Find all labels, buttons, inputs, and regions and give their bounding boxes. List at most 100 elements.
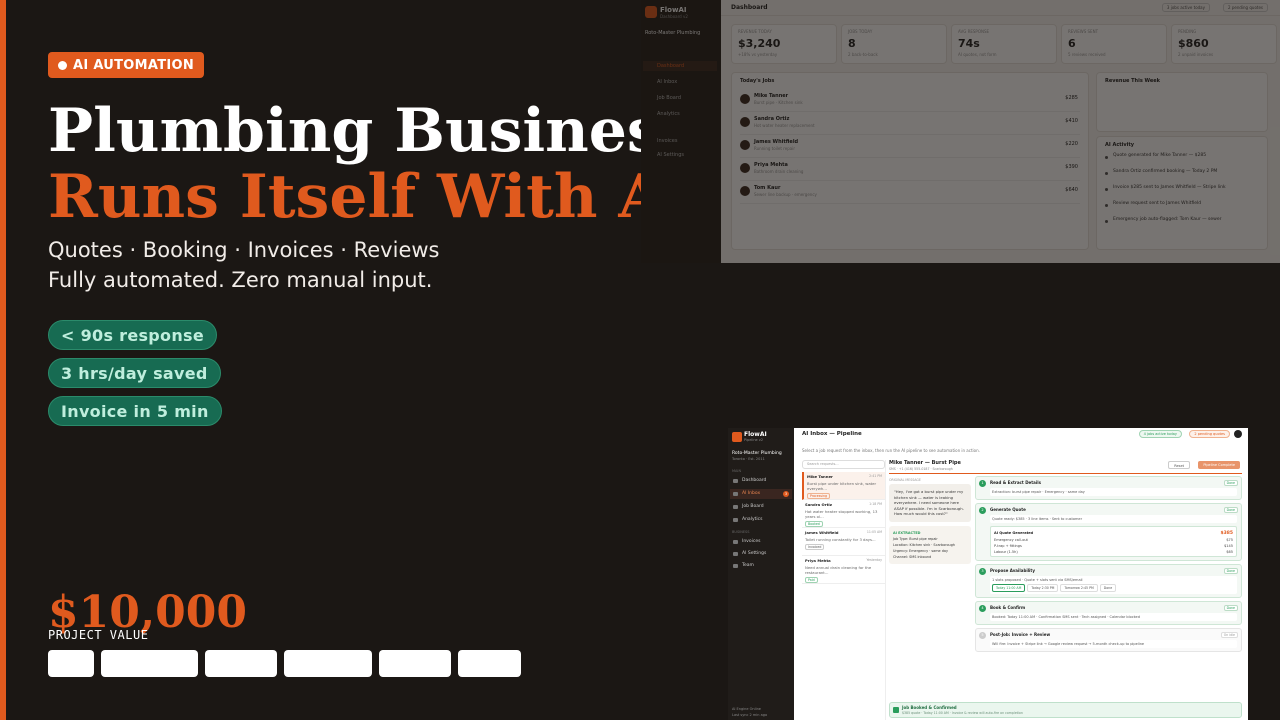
dashboard-icon [733,479,738,483]
detail-title: Mike Tanner — Burst Pipe [889,460,961,466]
job-customer: Priya Mehta [754,162,788,168]
sidebar-item-team[interactable]: Team [730,561,792,571]
stat-value: 8 [848,37,856,50]
avatar [740,186,750,196]
job-row[interactable]: Sandra Ortiz Hot water heater replacement… [740,112,1080,135]
request-time: 1:18 PM [869,502,882,506]
list-item[interactable]: James Whitfield 11:05 AM Toilet running co… [802,528,885,556]
nav-label: Team [742,563,754,568]
search-input[interactable]: Search requests... [802,460,885,469]
sidebar-item-ai-inbox[interactable]: AI Inbox 3 [730,489,792,499]
list-item[interactable]: Priya Mehta Yesterday Need annual drain cl… [802,556,885,584]
step-title: Post-Job: Invoice + Review [990,632,1051,637]
step-number: 1 [979,480,986,487]
inbox-count-badge: 3 [783,491,789,497]
request-time: 2:41 PM [869,474,882,478]
quote-line-label: Labour (1.5h) [994,550,1018,554]
step-status: On idle [1220,632,1238,638]
active-jobs-button[interactable]: 3 jobs active today [1161,3,1210,12]
job-customer: Sandra Ortiz [754,116,790,122]
card-title: Revenue This Week [1105,78,1160,84]
stat-card: JOBS TODAY 8 2 back-to-back [841,24,947,64]
sidebar-item-ai-settings[interactable]: AI Settings [643,150,717,160]
time-slot[interactable]: Done [1099,584,1117,592]
status-badge: Processing [807,493,831,499]
quote-line-value: $65 [1226,550,1233,554]
reset-button[interactable]: Reset [1168,461,1190,469]
page-description: Select a job request from the inbox, the… [802,448,980,453]
step-result: Booked: Today 11:00 AM · Confirmation SM… [990,613,1237,621]
run-pipeline-button[interactable]: Pipeline Complete [1198,461,1240,469]
stat-value: $3,240 [738,37,781,50]
app-name: FlowAI [744,431,767,438]
status-badge: Invoiced [805,544,825,550]
stat-card: AVG RESPONSE 74s AI quotes, not form [951,24,1057,64]
tech-chip [101,650,198,677]
request-snippet: Toilet running constantly for 3 days... [805,537,876,542]
avatar [740,117,750,127]
job-amount: $410 [1065,118,1078,124]
sidebar-item-analytics[interactable]: Analytics [730,515,792,525]
job-customer: Tom Kaur [754,185,781,191]
job-row[interactable]: Tom Kaur Sewer line backup · emergency $64… [740,181,1080,204]
quote-total: $385 [1220,531,1233,536]
job-desc: Hot water heater replacement [754,123,815,128]
time-slot[interactable]: Today 11:00 AM [992,584,1026,592]
sidebar-item-job-board[interactable]: Job Board [643,93,717,103]
list-item[interactable]: Mike Tanner 2:41 PM Burst pipe under kitch… [802,472,885,500]
sidebar-item-invoices[interactable]: Invoices [643,136,717,146]
tech-chip-row [48,650,521,677]
job-row[interactable]: Priya Mehta Bathroom drain cleaning $390 [740,158,1080,181]
step-number: 3 [979,568,986,575]
sidebar-item-ai-settings[interactable]: AI Settings [730,549,792,559]
step-status: Done [1223,605,1238,611]
step-title: Read & Extract Details [990,480,1041,485]
sidebar-item-dashboard[interactable]: Dashboard [643,61,717,71]
activity-item: Sandra Ortiz confirmed booking — Today 2… [1105,169,1259,185]
stat-hint: 2 unpaid invoices [1178,52,1214,57]
nav-label: AI Settings [742,551,767,556]
sidebar-item-ai-inbox[interactable]: AI Inbox [643,77,717,87]
message-bubble: "Hey, I've got a burst pipe under my kit… [889,484,971,522]
tagline: Fully automated. Zero manual input. [48,268,433,292]
pipeline-step: 2 Generate Quote Done Quote ready: $385 … [975,503,1242,561]
stat-card: REVENUE TODAY $3,240 +18% vs yesterday [731,24,837,64]
job-desc: Sewer line backup · emergency [754,192,817,197]
activity-item: Quote generated for Mike Tanner — $285 [1105,153,1259,169]
quote-line-value: $145 [1224,544,1233,548]
list-item[interactable]: Sandra Ortiz 1:18 PM Hot water heater stop… [802,500,885,528]
nav-label: Analytics [742,517,763,522]
time-slot[interactable]: Today 2:30 PM [1027,584,1059,592]
sidebar-item-dashboard[interactable]: Dashboard [730,476,792,486]
avatar [740,94,750,104]
sidebar-item-analytics[interactable]: Analytics [643,109,717,119]
tech-chip [458,650,521,677]
checkmark-icon [893,707,899,713]
status-badge: Booked [805,521,823,527]
pending-quotes-button[interactable]: 2 pending quotes [1223,3,1268,12]
sidebar-item-invoices[interactable]: Invoices [730,537,792,547]
nav-label: Job Board [742,504,764,509]
avatar [740,163,750,173]
step-status: Done [1223,480,1238,486]
project-value-label: PROJECT VALUE [48,628,149,642]
stat-hint: 2 back-to-back [848,52,878,57]
status-badge: Paid [805,577,818,583]
quote-box: AI Quote Generated $385 Emergency call-ou… [990,526,1237,557]
job-row[interactable]: Mike Tanner Burst pipe · Kitchen sink $285 [740,89,1080,112]
detail-subtitle: SMS · +1 (416) 555-0187 · Scarborough [889,467,953,471]
metric-pill-invoice: Invoice in 5 min [48,396,222,426]
sidebar-item-job-board[interactable]: Job Board [730,502,792,512]
dashboard-screenshot: FlowAI Dashboard v2 Roto-Master Plumbing… [641,0,1280,263]
card-title: AI Activity [1105,142,1135,148]
step-title: Book & Confirm [990,605,1026,610]
app-sub: Dashboard v2 [660,14,688,19]
time-slot[interactable]: Tomorrow 2:45 PM [1060,584,1098,592]
stat-hint: 5 reviews received [1068,52,1106,57]
avatar[interactable] [1234,430,1242,438]
dashboard-sidebar: FlowAI Dashboard v2 Roto-Master Plumbing… [641,0,721,263]
tech-chip [205,650,277,677]
job-row[interactable]: James Whitfield Running toilet repair $220 [740,135,1080,158]
pipeline-step: 4 Book & Confirm Done Booked: Today 11:0… [975,601,1242,625]
job-customer: James Whitfield [754,139,799,145]
